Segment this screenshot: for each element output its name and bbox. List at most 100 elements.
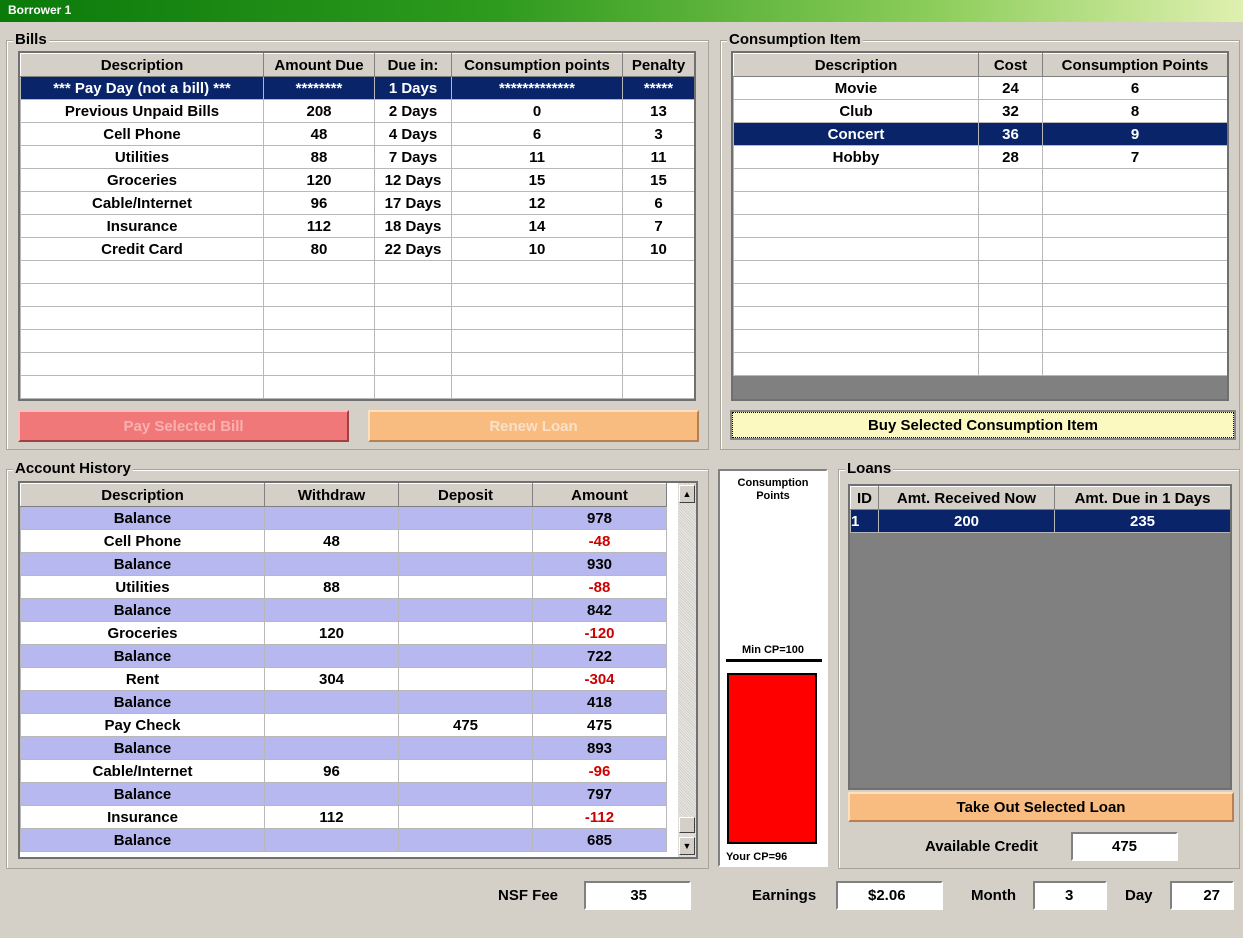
- consumption-table[interactable]: Description Cost Consumption Points Movie 2…: [731, 51, 1229, 401]
- table-cell: [1042, 260, 1227, 284]
- bills-table[interactable]: Description Amount Due Due in: Consumption …: [18, 51, 696, 401]
- renew-loan-button[interactable]: Renew Loan: [368, 410, 699, 442]
- empty-row[interactable]: [20, 375, 694, 399]
- column-header[interactable]: ID: [850, 486, 879, 510]
- table-cell: 930: [532, 552, 667, 576]
- table-row[interactable]: Groceries 120 -120: [20, 621, 667, 645]
- empty-row[interactable]: [733, 168, 1227, 192]
- column-header[interactable]: Penalty: [622, 53, 694, 77]
- table-cell: [20, 375, 264, 399]
- empty-row[interactable]: [733, 283, 1227, 307]
- column-header[interactable]: Amount: [532, 483, 667, 507]
- table-row[interactable]: Cell Phone 48 -48: [20, 529, 667, 553]
- loans-table[interactable]: ID Amt. Received Now Amt. Due in 1 Days 12…: [848, 484, 1232, 790]
- column-header[interactable]: Description: [733, 53, 979, 77]
- table-row[interactable]: Balance 722: [20, 644, 667, 668]
- table-cell: 4 Days: [374, 122, 452, 146]
- empty-row[interactable]: [733, 237, 1227, 261]
- column-header[interactable]: Amt. Received Now: [878, 486, 1055, 510]
- table-cell: 7 Days: [374, 145, 452, 169]
- table-cell: 722: [532, 644, 667, 668]
- column-header[interactable]: Consumption points: [451, 53, 623, 77]
- column-header[interactable]: Amt. Due in 1 Days: [1054, 486, 1230, 510]
- scroll-thumb[interactable]: [679, 817, 695, 833]
- column-header[interactable]: Description: [20, 483, 265, 507]
- table-cell: [264, 506, 399, 530]
- table-row[interactable]: Pay Check 475 475: [20, 713, 667, 737]
- table-cell: [978, 191, 1043, 215]
- table-cell: [374, 352, 452, 376]
- table-cell: [374, 329, 452, 353]
- table-row[interactable]: Insurance 112 -112: [20, 805, 667, 829]
- buy-selected-consumption-item-button[interactable]: Buy Selected Consumption Item: [730, 410, 1236, 440]
- table-cell: [264, 782, 399, 806]
- table-cell: [1042, 168, 1227, 192]
- empty-row[interactable]: [20, 352, 694, 376]
- pay-selected-bill-button[interactable]: Pay Selected Bill: [18, 410, 349, 442]
- cp-min-line: [726, 659, 822, 662]
- empty-row[interactable]: [20, 306, 694, 330]
- table-row[interactable]: Cell Phone 48 4 Days 6 3: [20, 122, 694, 146]
- table-cell: Balance: [20, 552, 265, 576]
- table-cell: 11: [622, 145, 694, 169]
- empty-row[interactable]: [20, 329, 694, 353]
- table-cell: Credit Card: [20, 237, 264, 261]
- table-row[interactable]: Groceries 120 12 Days 15 15: [20, 168, 694, 192]
- table-cell: [263, 306, 375, 330]
- table-row[interactable]: Cable/Internet 96 17 Days 12 6: [20, 191, 694, 215]
- table-cell: [264, 828, 399, 852]
- table-cell: [398, 506, 533, 530]
- column-header[interactable]: Amount Due: [263, 53, 375, 77]
- column-header[interactable]: Deposit: [398, 483, 533, 507]
- empty-row[interactable]: [733, 352, 1227, 376]
- empty-row[interactable]: [20, 283, 694, 307]
- history-scrollbar[interactable]: [678, 483, 696, 857]
- column-header[interactable]: Cost: [978, 53, 1043, 77]
- table-row[interactable]: Balance 842: [20, 598, 667, 622]
- account-history-table[interactable]: Description Withdraw Deposit Amount Balance…: [18, 481, 698, 859]
- table-row[interactable]: Utilities 88 7 Days 11 11: [20, 145, 694, 169]
- table-cell: [398, 805, 533, 829]
- empty-row[interactable]: [733, 329, 1227, 353]
- table-cell: -304: [532, 667, 667, 691]
- table-row[interactable]: Insurance 112 18 Days 14 7: [20, 214, 694, 238]
- table-cell: 88: [264, 575, 399, 599]
- table-row[interactable]: Hobby 28 7: [733, 145, 1227, 169]
- table-row[interactable]: Movie 24 6: [733, 76, 1227, 100]
- table-cell: [264, 713, 399, 737]
- scroll-down-icon[interactable]: ▼: [679, 837, 695, 855]
- table-cell: Concert: [733, 122, 979, 146]
- table-cell: 475: [532, 713, 667, 737]
- table-row[interactable]: Rent 304 -304: [20, 667, 667, 691]
- empty-row[interactable]: [733, 214, 1227, 238]
- table-cell: *****: [622, 76, 694, 100]
- table-row[interactable]: Balance 978: [20, 506, 667, 530]
- empty-row[interactable]: [733, 306, 1227, 330]
- table-cell: [1042, 352, 1227, 376]
- table-row[interactable]: Club 32 8: [733, 99, 1227, 123]
- empty-row[interactable]: [733, 191, 1227, 215]
- table-row[interactable]: Balance 930: [20, 552, 667, 576]
- table-row[interactable]: Previous Unpaid Bills 208 2 Days 0 13: [20, 99, 694, 123]
- table-row[interactable]: Balance 418: [20, 690, 667, 714]
- nsf-fee-label: NSF Fee: [498, 887, 559, 904]
- table-row[interactable]: Balance 685: [20, 828, 667, 852]
- table-cell: [398, 529, 533, 553]
- table-row[interactable]: Cable/Internet 96 -96: [20, 759, 667, 783]
- scroll-up-icon[interactable]: ▲: [679, 485, 695, 503]
- table-row[interactable]: Balance 893: [20, 736, 667, 760]
- take-out-selected-loan-button[interactable]: Take Out Selected Loan: [848, 792, 1234, 822]
- column-header[interactable]: Description: [20, 53, 264, 77]
- table-row[interactable]: Utilities 88 -88: [20, 575, 667, 599]
- table-row[interactable]: *** Pay Day (not a bill) *** ******** 1 Da…: [20, 76, 694, 100]
- table-row[interactable]: 1 200 235: [850, 509, 1230, 533]
- column-header[interactable]: Consumption Points: [1042, 53, 1227, 77]
- table-row[interactable]: Concert 36 9: [733, 122, 1227, 146]
- empty-row[interactable]: [733, 260, 1227, 284]
- column-header[interactable]: Withdraw: [264, 483, 399, 507]
- empty-row[interactable]: [20, 260, 694, 284]
- column-header[interactable]: Due in:: [374, 53, 452, 77]
- table-row[interactable]: Credit Card 80 22 Days 10 10: [20, 237, 694, 261]
- table-row[interactable]: Balance 797: [20, 782, 667, 806]
- table-cell: [398, 644, 533, 668]
